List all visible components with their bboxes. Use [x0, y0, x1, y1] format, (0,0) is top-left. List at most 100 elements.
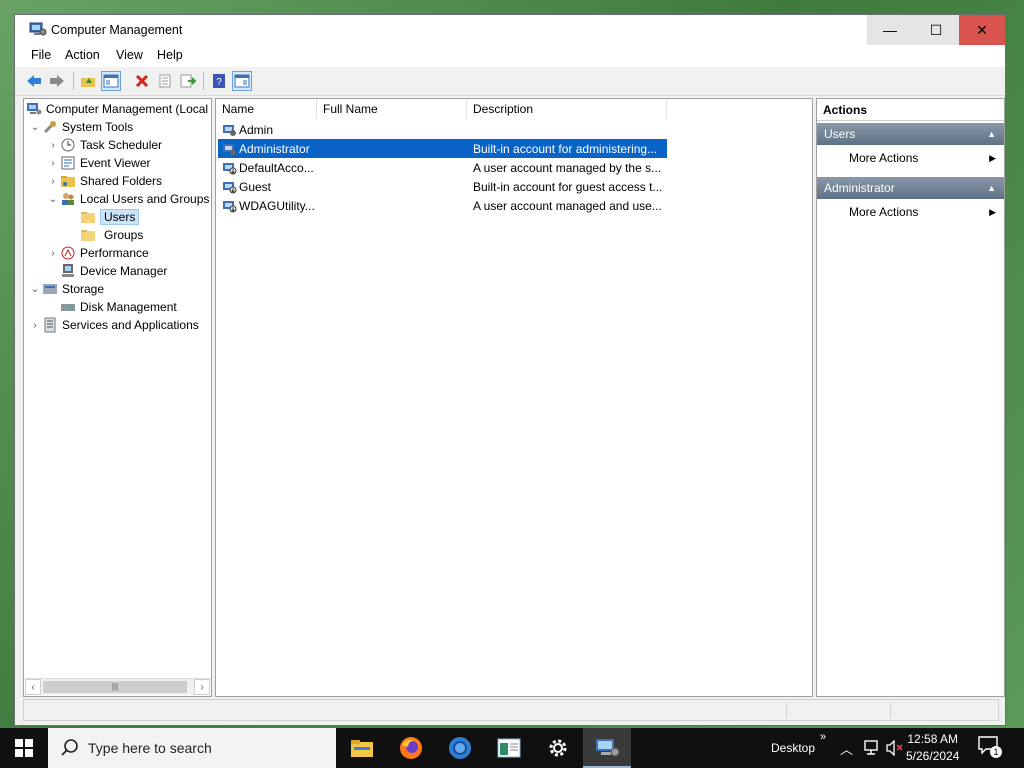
notification-badge: 1	[990, 746, 1002, 758]
column-header-full-name[interactable]: Full Name	[317, 99, 467, 119]
back-icon[interactable]	[24, 71, 44, 91]
collapse-icon[interactable]: ▲	[987, 123, 996, 145]
up-folder-icon[interactable]	[78, 71, 98, 91]
disabled-user-icon	[223, 182, 237, 194]
event-viewer-icon	[61, 156, 75, 170]
tree-item-services-and-applications[interactable]: › Services and Applications	[28, 316, 199, 334]
tree-item-performance[interactable]: › Performance	[46, 244, 148, 262]
toolbar-overflow-icon[interactable]: »	[820, 731, 826, 743]
tree-item-users[interactable]: Users	[80, 208, 140, 226]
folder-icon	[81, 230, 95, 241]
users-group-icon	[62, 193, 74, 205]
search-placeholder: Type here to search	[88, 740, 212, 756]
tree-item-shared-folders[interactable]: › Shared Folders	[46, 172, 162, 190]
tree-item-groups[interactable]: Groups	[80, 226, 143, 244]
user-icon	[223, 125, 236, 136]
clock-date: 5/26/2024	[906, 749, 960, 763]
system-clock[interactable]: 12:58 AM 5/26/2024	[906, 731, 959, 765]
tree-item-task-scheduler[interactable]: › Task Scheduler	[46, 136, 162, 154]
search-icon	[61, 739, 78, 756]
menu-help[interactable]: Help	[157, 48, 183, 62]
chevron-right-icon[interactable]: ›	[46, 176, 60, 187]
app-window-icon[interactable]	[485, 728, 533, 768]
export-list-icon[interactable]	[178, 71, 198, 91]
toolbar: ?	[15, 67, 1005, 96]
performance-icon	[61, 246, 75, 260]
more-actions-users[interactable]: More Actions ▶	[817, 146, 1004, 170]
tools-icon	[43, 121, 56, 134]
desktop-toolbar-label[interactable]: Desktop	[771, 741, 815, 755]
tree-item-device-manager[interactable]: Device Manager	[60, 262, 167, 280]
more-actions-administrator[interactable]: More Actions ▶	[817, 200, 1004, 224]
file-explorer-icon[interactable]	[338, 728, 386, 768]
table-row[interactable]: Guest Built-in account for guest access …	[218, 177, 667, 196]
toolbar-separator	[203, 72, 204, 90]
show-hidden-icons-icon[interactable]: ︿	[840, 739, 853, 758]
computer-management-icon	[29, 22, 47, 36]
menu-action[interactable]: Action	[65, 48, 100, 62]
horizontal-scrollbar[interactable]: ‹ ||| ›	[25, 678, 210, 695]
device-manager-icon	[62, 264, 74, 277]
chevron-right-icon[interactable]: ›	[46, 140, 60, 151]
actions-section-users[interactable]: Users ▲	[817, 123, 1004, 145]
actions-section-administrator[interactable]: Administrator ▲	[817, 177, 1004, 199]
show-hide-action-pane-icon[interactable]	[232, 71, 252, 91]
title-bar[interactable]: Computer Management — ☐ ✕	[15, 15, 1005, 45]
submenu-arrow-icon: ▶	[989, 153, 996, 163]
forward-icon[interactable]	[47, 71, 67, 91]
disabled-user-icon	[223, 201, 237, 213]
start-button[interactable]	[0, 728, 48, 768]
svg-text:?: ?	[216, 77, 222, 88]
actions-header: Actions	[817, 99, 1004, 121]
column-header-description[interactable]: Description	[467, 99, 667, 119]
tree-item-system-tools[interactable]: ⌄ System Tools	[28, 118, 133, 136]
clock-icon	[61, 138, 75, 152]
computer-management-taskbar-icon[interactable]	[583, 728, 631, 768]
settings-gear-icon[interactable]	[534, 728, 582, 768]
tree-item-storage[interactable]: ⌄ Storage	[28, 280, 104, 298]
tree-item-label: Computer Management (Local	[46, 102, 209, 116]
menu-file[interactable]: File	[31, 48, 51, 62]
table-row[interactable]: Administrator Built-in account for admin…	[218, 139, 667, 158]
chevron-right-icon[interactable]: ›	[46, 248, 60, 259]
properties-icon[interactable]	[155, 71, 175, 91]
shared-folder-icon	[61, 176, 75, 187]
toolbar-separator	[73, 72, 74, 90]
taskbar-search-box[interactable]: Type here to search	[48, 728, 336, 768]
chrome-icon[interactable]	[436, 728, 484, 768]
chevron-down-icon[interactable]: ⌄	[28, 284, 42, 295]
disabled-user-icon	[223, 163, 237, 175]
firefox-icon[interactable]	[387, 728, 435, 768]
delete-icon[interactable]	[132, 71, 152, 91]
chevron-down-icon[interactable]: ⌄	[46, 194, 60, 205]
close-button[interactable]: ✕	[959, 15, 1005, 45]
column-header-name[interactable]: Name	[216, 99, 317, 119]
windows-logo-icon	[15, 739, 33, 757]
computer-management-icon	[27, 103, 42, 115]
scroll-right-icon[interactable]: ›	[194, 679, 210, 695]
menu-view[interactable]: View	[116, 48, 143, 62]
scroll-left-icon[interactable]: ‹	[25, 679, 41, 695]
table-row[interactable]: WDAGUtility... A user account managed an…	[218, 196, 667, 215]
network-icon[interactable]	[862, 740, 880, 756]
window-title: Computer Management	[51, 23, 183, 37]
tree-item-event-viewer[interactable]: › Event Viewer	[46, 154, 150, 172]
chevron-right-icon[interactable]: ›	[46, 158, 60, 169]
maximize-button[interactable]: ☐	[913, 15, 959, 45]
scrollbar-thumb[interactable]: |||	[43, 681, 187, 693]
collapse-icon[interactable]: ▲	[987, 177, 996, 199]
tree-item-local-users-and-groups[interactable]: ⌄ Local Users and Groups	[46, 190, 210, 208]
menu-bar: File Action View Help	[15, 45, 1005, 67]
table-row[interactable]: Admin	[218, 120, 667, 139]
help-icon[interactable]: ?	[209, 71, 229, 91]
tree-item-computer-management[interactable]: Computer Management (Local	[26, 100, 208, 118]
table-row[interactable]: DefaultAcco... A user account managed by…	[218, 158, 667, 177]
disk-icon	[61, 304, 75, 311]
chevron-down-icon[interactable]: ⌄	[28, 122, 42, 133]
minimize-button[interactable]: —	[867, 15, 913, 45]
action-center-button[interactable]: 1	[978, 736, 1004, 760]
chevron-right-icon[interactable]: ›	[28, 320, 42, 331]
tree-item-disk-management[interactable]: Disk Management	[60, 298, 177, 316]
show-hide-console-tree-icon[interactable]	[101, 71, 121, 91]
volume-muted-icon[interactable]	[885, 740, 905, 756]
